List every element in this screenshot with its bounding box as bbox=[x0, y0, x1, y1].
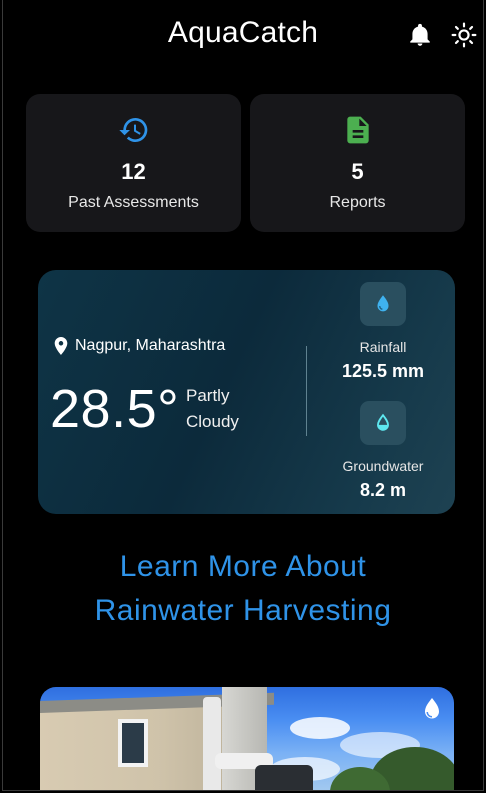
shed-window bbox=[118, 719, 148, 767]
weather-condition: Partly Cloudy bbox=[186, 386, 239, 431]
app-header: AquaCatch bbox=[3, 0, 483, 70]
groundwater-label: Groundwater bbox=[342, 458, 424, 474]
rainfall-metric: Rainfall 125.5 mm bbox=[328, 282, 438, 382]
rainfall-icon-box bbox=[360, 282, 406, 326]
groundwater-value: 8.2 m bbox=[359, 480, 407, 500]
history-icon bbox=[118, 118, 147, 142]
past-assessments-label: Past Assessments bbox=[68, 194, 199, 211]
sun-icon[interactable] bbox=[451, 22, 477, 48]
weather-divider bbox=[306, 346, 307, 436]
learn-more-line-1: Learn More About bbox=[119, 550, 367, 583]
past-assessments-card[interactable]: 12 Past Assessments bbox=[26, 94, 241, 232]
document-icon bbox=[346, 116, 369, 144]
location-row: Nagpur, Maharashtra bbox=[54, 337, 225, 355]
water-drop-icon bbox=[425, 698, 439, 719]
reports-label: Reports bbox=[329, 194, 386, 211]
rainfall-value: 125.5 mm bbox=[341, 361, 425, 381]
learn-more-line-2: Rainwater Harvesting bbox=[94, 594, 392, 627]
groundwater-metric: Groundwater 8.2 m bbox=[328, 401, 438, 501]
storage-tank bbox=[255, 765, 313, 790]
rainwater-harvesting-image[interactable] bbox=[40, 687, 454, 790]
past-assessments-count: 12 bbox=[121, 159, 146, 184]
learn-more-heading[interactable]: Learn More About Rainwater Harvesting bbox=[3, 545, 483, 633]
app-screen: AquaCatch 12 Past Assessments 5 Reports bbox=[2, 0, 484, 791]
bell-icon[interactable] bbox=[407, 22, 433, 48]
temperature: 28.5° bbox=[50, 379, 180, 439]
cloud-shape bbox=[290, 717, 350, 739]
weather-card[interactable]: Nagpur, Maharashtra 28.5° Partly Cloudy … bbox=[38, 270, 455, 514]
location-text: Nagpur, Maharashtra bbox=[75, 337, 226, 354]
location-pin-icon bbox=[54, 337, 68, 355]
rainfall-label: Rainfall bbox=[359, 339, 407, 355]
reports-count: 5 bbox=[351, 159, 364, 184]
groundwater-icon-box bbox=[360, 401, 406, 445]
downspout-pipe bbox=[203, 697, 221, 790]
water-drop-outline-icon bbox=[377, 413, 389, 431]
reports-card[interactable]: 5 Reports bbox=[250, 94, 465, 232]
water-drop-icon bbox=[377, 295, 389, 312]
